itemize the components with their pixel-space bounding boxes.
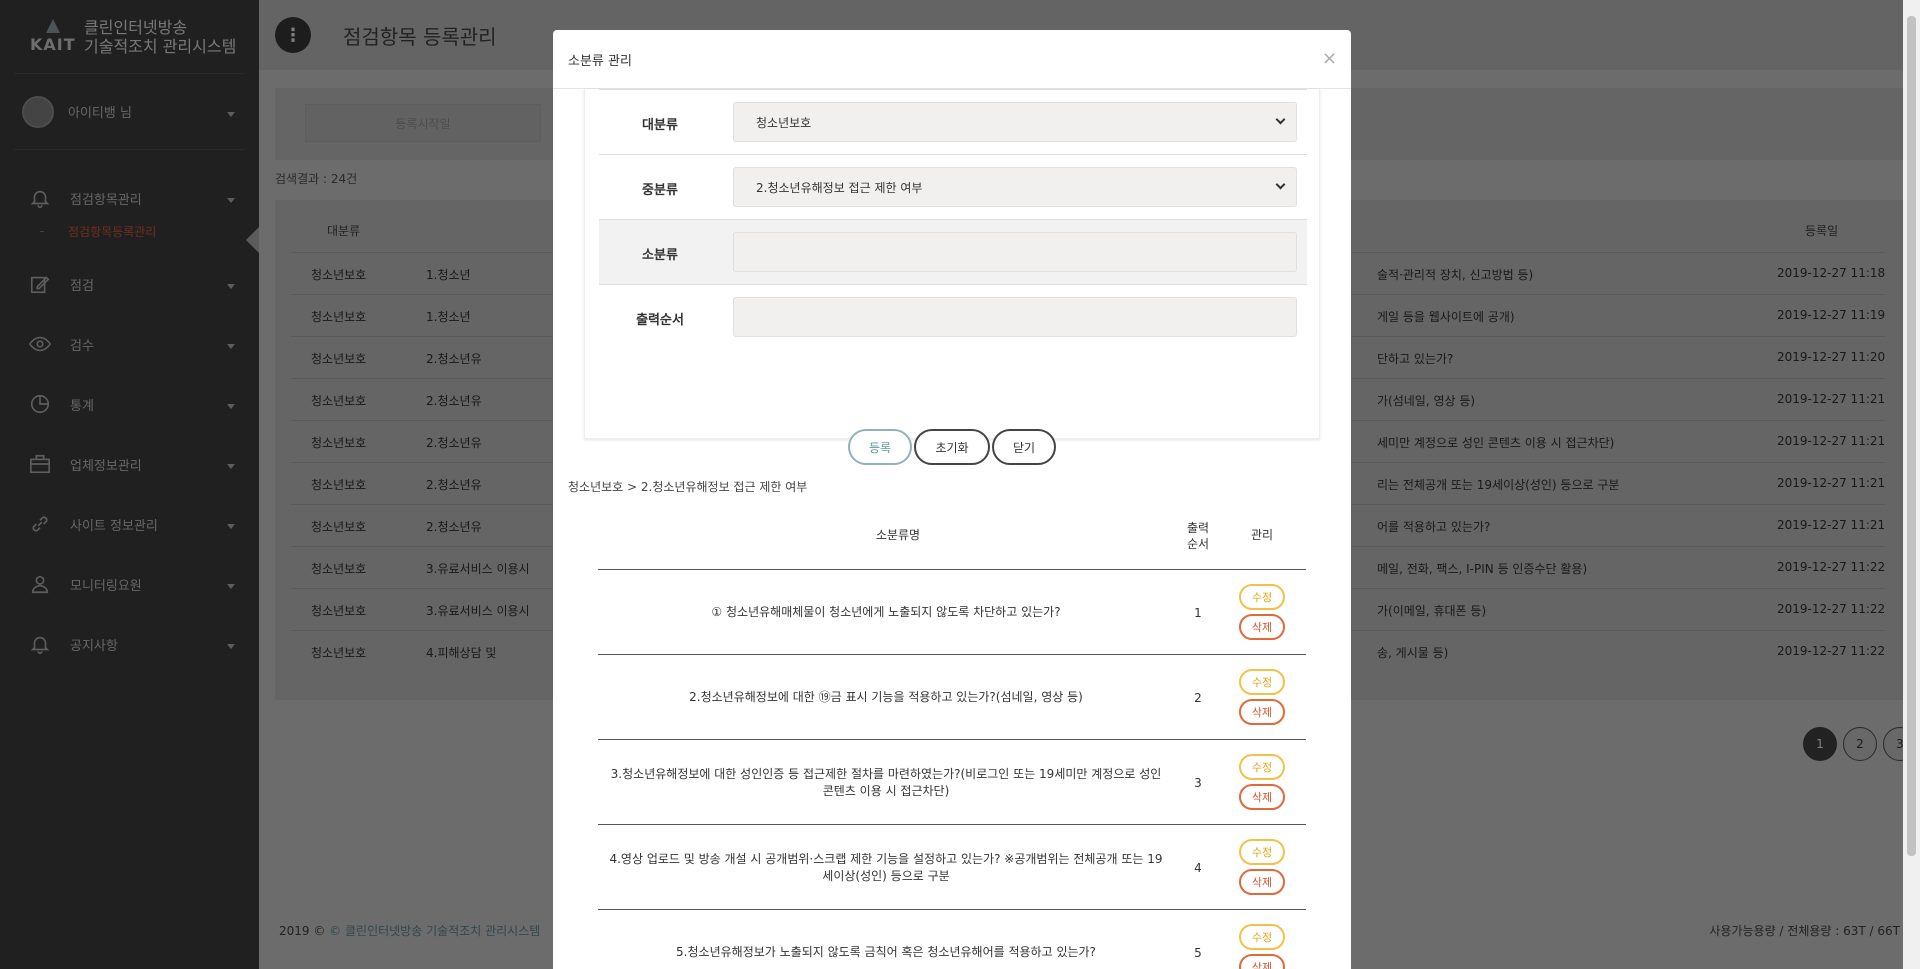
minor-category-label: 소분류 [642, 248, 678, 263]
subcategory-order: 3 [1194, 775, 1202, 790]
chevron-down-icon [1275, 114, 1286, 125]
order-label: 출력순서 [636, 313, 684, 328]
subcategory-modal: 소분류 관리 × 대분류 청소년보호 중분류 2.청소년유해정보 접근 제한 여… [553, 30, 1351, 969]
middle-category-label: 중분류 [642, 183, 678, 198]
list-item: 4.영상 업로드 및 방송 개설 시 공개범위·스크랩 제한 기능을 설정하고 … [598, 825, 1306, 910]
delete-button[interactable]: 삭제 [1239, 699, 1285, 725]
order-input[interactable] [733, 297, 1297, 337]
subcategory-name: 4.영상 업로드 및 방송 개설 시 공개범위·스크랩 제한 기능을 설정하고 … [609, 851, 1163, 883]
subcategory-name: ① 청소년유해매체물이 청소년에게 노출되지 않도록 차단하고 있는가? [711, 605, 1061, 619]
edit-button[interactable]: 수정 [1239, 924, 1285, 950]
delete-button[interactable]: 삭제 [1239, 869, 1285, 895]
delete-button[interactable]: 삭제 [1239, 614, 1285, 640]
delete-button[interactable]: 삭제 [1239, 954, 1285, 969]
register-button[interactable]: 등록 [848, 429, 912, 465]
form-row-minor: 소분류 [599, 219, 1307, 284]
close-button[interactable]: 닫기 [992, 429, 1056, 465]
row-actions: 수정삭제 [1226, 839, 1298, 895]
row-actions: 수정삭제 [1226, 924, 1298, 969]
subcategory-name: 3.청소년유해정보에 대한 성인인증 등 접근제한 절차를 마련하였는가?(비로… [610, 766, 1162, 798]
column-header-order-line1: 출력 [1186, 521, 1210, 535]
column-header-manage: 관리 [1250, 528, 1274, 542]
row-actions: 수정삭제 [1226, 584, 1298, 640]
subcategory-order: 5 [1194, 945, 1202, 960]
column-header-name: 소분류명 [875, 528, 921, 542]
list-item: 5.청소년유해정보가 노출되지 않도록 금칙어 혹은 청소년유해어를 적용하고 … [598, 910, 1306, 969]
subcategory-form: 대분류 청소년보호 중분류 2.청소년유해정보 접근 제한 여부 소분류 출력순… [584, 89, 1320, 439]
edit-button[interactable]: 수정 [1239, 754, 1285, 780]
subcategory-name: 2.청소년유해정보에 대한 ⑲금 표시 기능을 적용하고 있는가?(섬네일, 영… [689, 690, 1083, 704]
minor-category-input[interactable] [733, 232, 1297, 272]
subcategory-order: 1 [1194, 605, 1202, 620]
breadcrumb: 청소년보호 > 2.청소년유해정보 접근 제한 여부 [568, 480, 808, 494]
major-category-select[interactable]: 청소년보호 [733, 102, 1297, 142]
chevron-down-icon [1275, 179, 1286, 190]
form-row-order: 출력순서 [599, 284, 1307, 349]
row-actions: 수정삭제 [1226, 754, 1298, 810]
list-item: ① 청소년유해매체물이 청소년에게 노출되지 않도록 차단하고 있는가? 1 수정삭… [598, 570, 1306, 655]
column-header-order: 출력 순서 [1176, 520, 1220, 552]
edit-button[interactable]: 수정 [1239, 669, 1285, 695]
form-row-major: 대분류 청소년보호 [599, 89, 1307, 154]
subcategory-list: 소분류명 출력 순서 관리 ① 청소년유해매체물이 청소년에게 노출되지 않도록… [584, 498, 1320, 969]
list-item: 2.청소년유해정보에 대한 ⑲금 표시 기능을 적용하고 있는가?(섬네일, 영… [598, 655, 1306, 740]
delete-button[interactable]: 삭제 [1239, 784, 1285, 810]
page-scrollbar[interactable] [1903, 0, 1920, 969]
form-row-middle: 중분류 2.청소년유해정보 접근 제한 여부 [599, 154, 1307, 219]
modal-title: 소분류 관리 [568, 53, 632, 69]
form-buttons: 등록 초기화 닫기 [553, 429, 1351, 465]
subcategory-order: 2 [1194, 690, 1202, 705]
subcategory-name: 5.청소년유해정보가 노출되지 않도록 금칙어 혹은 청소년유해어를 적용하고 … [676, 945, 1096, 959]
middle-category-select[interactable]: 2.청소년유해정보 접근 제한 여부 [733, 167, 1297, 207]
major-category-value: 청소년보호 [756, 115, 812, 130]
major-category-label: 대분류 [642, 118, 678, 133]
reset-button[interactable]: 초기화 [914, 429, 990, 465]
list-item: 3.청소년유해정보에 대한 성인인증 등 접근제한 절차를 마련하였는가?(비로… [598, 740, 1306, 825]
edit-button[interactable]: 수정 [1239, 839, 1285, 865]
scrollbar-thumb[interactable] [1907, 16, 1916, 856]
list-header: 소분류명 출력 순서 관리 [598, 498, 1306, 570]
edit-button[interactable]: 수정 [1239, 584, 1285, 610]
modal-header: 소분류 관리 × [553, 30, 1351, 89]
close-icon[interactable]: × [1322, 48, 1337, 69]
row-actions: 수정삭제 [1226, 669, 1298, 725]
middle-category-value: 2.청소년유해정보 접근 제한 여부 [756, 180, 923, 195]
subcategory-order: 4 [1194, 860, 1202, 875]
column-header-order-line2: 순서 [1186, 537, 1210, 551]
